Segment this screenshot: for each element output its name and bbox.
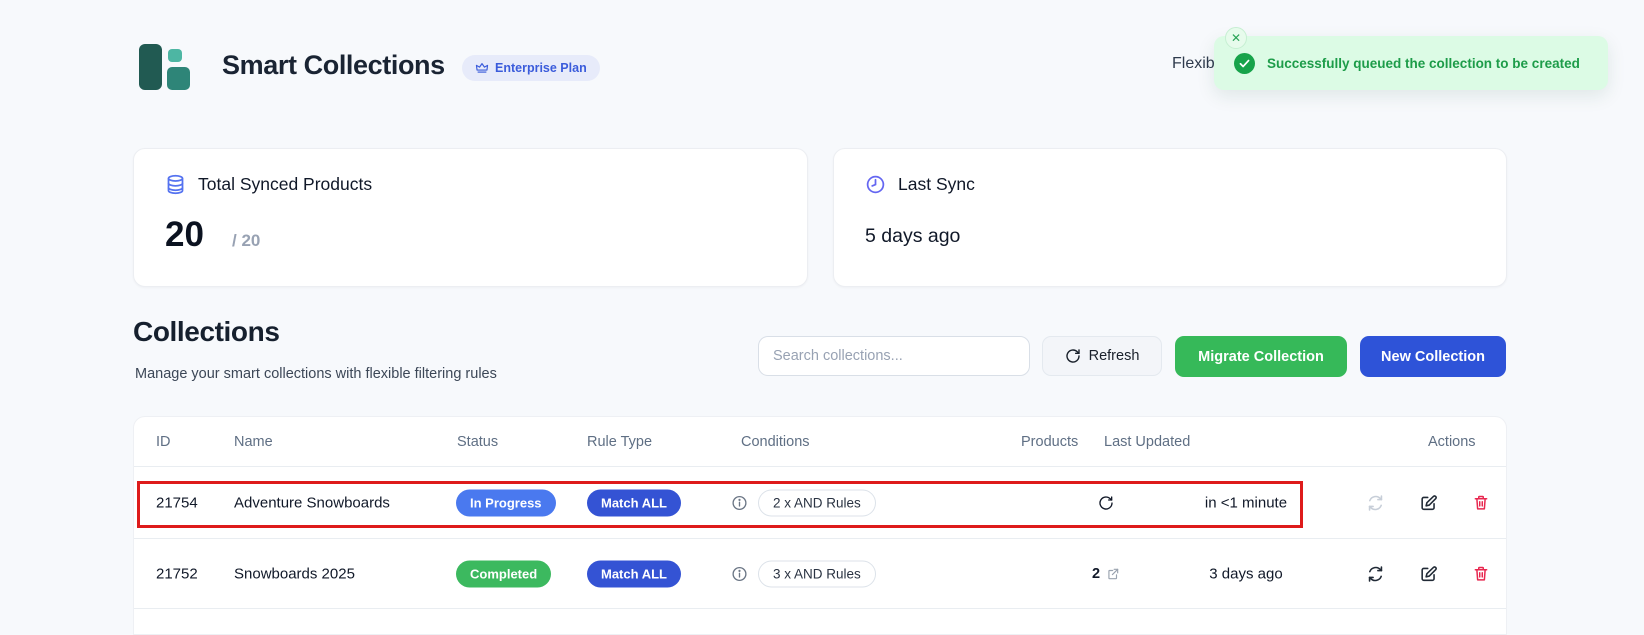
conditions-chip[interactable]: 3 x AND Rules — [758, 560, 876, 587]
column-header-last-updated: Last Updated — [1104, 433, 1191, 450]
status-badge: In Progress — [456, 489, 556, 516]
column-header-actions: Actions — [1428, 433, 1476, 450]
table-row[interactable]: 21752 Snowboards 2025 Completed Match AL… — [134, 539, 1506, 609]
refresh-button[interactable]: Refresh — [1042, 336, 1162, 376]
edit-pencil-icon[interactable] — [1419, 564, 1438, 583]
plan-badge: Enterprise Plan — [462, 55, 600, 81]
page-title: Smart Collections — [222, 50, 445, 80]
collections-heading: Collections — [133, 316, 280, 347]
toast-notification: Successfully queued the collection to be… — [1214, 27, 1608, 90]
conditions-chip[interactable]: 2 x AND Rules — [758, 489, 876, 516]
column-header-conditions: Conditions — [741, 433, 810, 450]
new-collection-button[interactable]: New Collection — [1360, 336, 1506, 377]
toast-close-icon[interactable]: ✕ — [1225, 27, 1247, 49]
app-logo-icon — [139, 42, 193, 92]
row-id: 21754 — [156, 494, 198, 511]
logo-bar-shape — [139, 44, 162, 90]
sync-arrows-icon[interactable] — [1366, 493, 1385, 512]
stat-value: 20 — [165, 215, 204, 254]
smart-collections-app: Smart Collections Enterprise Plan Flexib… — [0, 0, 1644, 635]
migrate-collection-label: Migrate Collection — [1198, 348, 1324, 365]
logo-large-square-shape — [167, 67, 190, 90]
column-header-name: Name — [234, 433, 273, 450]
trash-icon[interactable] — [1472, 494, 1490, 512]
trash-icon[interactable] — [1472, 565, 1490, 583]
column-header-rule-type: Rule Type — [587, 433, 653, 450]
stat-label: Last Sync — [898, 174, 975, 194]
database-icon — [165, 174, 186, 195]
stat-value: 5 days ago — [865, 225, 961, 247]
rule-type-badge: Match ALL — [587, 489, 681, 516]
new-collection-label: New Collection — [1381, 348, 1485, 365]
sync-arrows-icon[interactable] — [1366, 564, 1385, 583]
column-header-status: Status — [457, 433, 499, 450]
refresh-button-label: Refresh — [1088, 348, 1140, 364]
crown-icon — [475, 61, 489, 75]
header-right-link[interactable]: Flexib — [1172, 55, 1215, 73]
logo-small-square-shape — [168, 49, 182, 62]
sync-pending-icon — [1098, 495, 1114, 511]
products-count: 2 — [1091, 565, 1101, 582]
status-badge: Completed — [456, 560, 552, 587]
external-link-icon[interactable] — [1106, 567, 1120, 581]
toast-message: Successfully queued the collection to be… — [1267, 55, 1580, 71]
column-header-products: Products — [1021, 433, 1079, 450]
table-header-row: ID Name Status Rule Type Conditions Prod… — [134, 417, 1506, 467]
stat-label: Total Synced Products — [198, 174, 373, 194]
edit-pencil-icon[interactable] — [1419, 493, 1438, 512]
column-header-id: ID — [156, 433, 171, 450]
search-input[interactable] — [758, 336, 1030, 376]
row-name: Adventure Snowboards — [234, 494, 390, 511]
plan-badge-label: Enterprise Plan — [495, 61, 587, 75]
collections-table: ID Name Status Rule Type Conditions Prod… — [133, 416, 1507, 635]
info-circle-icon[interactable] — [731, 494, 748, 511]
stat-card-last-sync: Last Sync 5 days ago — [833, 148, 1507, 287]
check-circle-icon — [1234, 52, 1255, 74]
collections-subheading: Manage your smart collections with flexi… — [135, 366, 497, 382]
clock-icon — [865, 174, 886, 195]
row-name: Snowboards 2025 — [234, 565, 355, 582]
stat-total: / 20 — [232, 231, 261, 250]
rule-type-badge: Match ALL — [587, 560, 681, 587]
rotate-arrow-icon — [1065, 348, 1081, 364]
table-row[interactable]: 21754 Adventure Snowboards In Progress M… — [134, 467, 1506, 539]
info-circle-icon[interactable] — [731, 565, 748, 582]
last-updated-value: 3 days ago — [1209, 565, 1283, 582]
last-updated-value: in <1 minute — [1204, 494, 1288, 511]
row-id: 21752 — [156, 565, 198, 582]
stat-card-total-synced: Total Synced Products 20 / 20 — [133, 148, 808, 287]
migrate-collection-button[interactable]: Migrate Collection — [1175, 336, 1347, 377]
